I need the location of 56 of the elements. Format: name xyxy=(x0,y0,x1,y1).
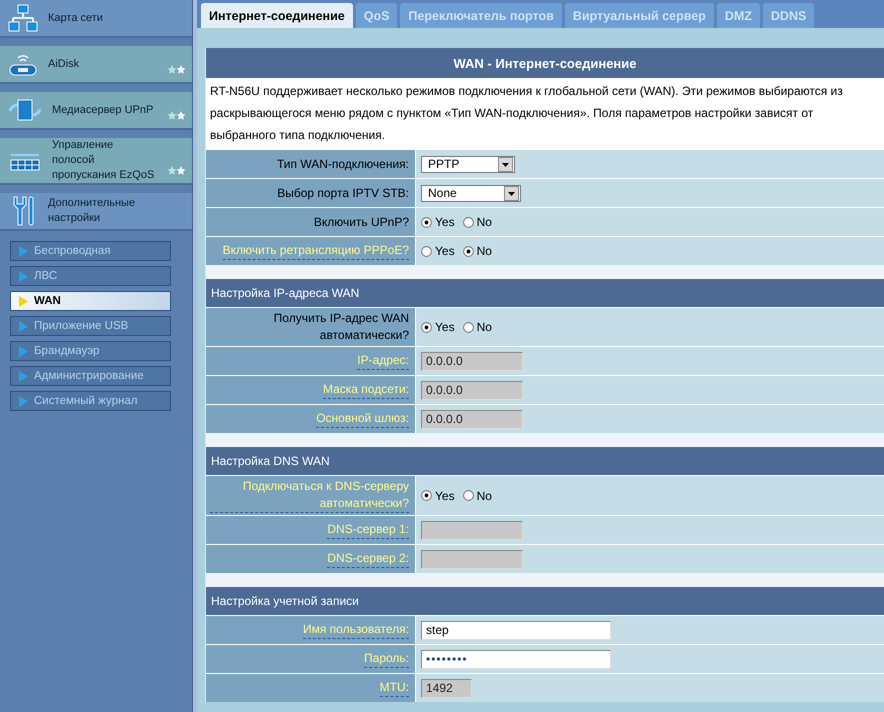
field-label: Получить IP-адрес WAN автоматически? xyxy=(272,310,409,344)
radio-option[interactable]: Yes xyxy=(421,320,455,334)
radio-option[interactable]: No xyxy=(462,488,492,502)
triangle-icon xyxy=(19,296,28,306)
menu-item[interactable]: Беспроводная xyxy=(10,241,171,261)
triangle-icon xyxy=(19,346,28,356)
description-text: RT-N56U поддерживает несколько режимов подключения к глобальной сети (WAN). Эти режимов выбираются из раскрывающегося меню рядом с пунктом «Тип WAN-подключения». Поля параметров настройки зависят от выбранного типа подключения. xyxy=(206,78,884,149)
sidebar-item[interactable]: Дополнительные настройки xyxy=(0,193,192,231)
triangle-icon xyxy=(19,396,28,406)
radio-button[interactable] xyxy=(462,246,474,256)
triangle-icon xyxy=(19,320,28,332)
sidebar-item[interactable]: AiDisk xyxy=(0,46,192,84)
triangle-icon xyxy=(19,270,28,282)
radio-button[interactable] xyxy=(421,246,432,256)
sidebar-item-label: Управление полосой пропускания EzQoS xyxy=(52,138,156,183)
section-header: Настройка учетной записи xyxy=(206,587,884,615)
radio-button[interactable] xyxy=(462,216,474,228)
radio-button[interactable] xyxy=(421,322,432,332)
sidebar-item-label: Дополнительные настройки xyxy=(48,196,136,226)
sidebar-item[interactable]: Медиасервер UPnP xyxy=(0,92,192,130)
tab[interactable]: Интернет-соединение xyxy=(201,3,353,28)
radio-option[interactable]: No xyxy=(462,244,492,258)
triangle-icon xyxy=(19,246,28,256)
sidebar-item[interactable]: Карта сети xyxy=(0,0,192,38)
sidebar-item-label: Медиасервер UPnP xyxy=(52,102,154,118)
field-label: Тип WAN-подключения: xyxy=(276,156,409,172)
radio-button[interactable] xyxy=(421,216,432,228)
sidebar-item[interactable]: Управление полосой пропускания EzQoS xyxy=(0,138,192,185)
sidebar-item-label: AiDisk xyxy=(48,56,80,72)
section-header: Настройка DNS WAN xyxy=(206,447,884,475)
input-field[interactable]: step xyxy=(421,620,611,640)
radio-option[interactable]: Yes xyxy=(421,215,455,229)
radio-option[interactable]: Yes xyxy=(421,244,455,258)
dropdown[interactable]: PPTP xyxy=(421,156,515,172)
radio-button[interactable] xyxy=(462,322,474,332)
dropdown[interactable]: None xyxy=(421,184,521,202)
radio-option[interactable]: No xyxy=(462,215,492,229)
section-header: Настройка IP-адреса WAN xyxy=(206,279,884,307)
menu-item[interactable]: Администрирование xyxy=(10,366,171,386)
triangle-icon xyxy=(19,370,28,382)
radio-option[interactable]: No xyxy=(462,320,492,334)
menu-item[interactable]: Системный журнал xyxy=(10,391,171,411)
menu-item[interactable]: ЛВС xyxy=(10,266,171,286)
menu-item[interactable]: WAN xyxy=(10,291,171,311)
panel-title: WAN - Интернет-соединение xyxy=(206,48,884,78)
radio-button[interactable] xyxy=(421,490,432,501)
sidebar-item-label: Карта сети xyxy=(48,10,104,26)
field-label: Выбор порта IPTV STB: xyxy=(277,184,409,202)
field-label: Включить UPnP? xyxy=(314,214,409,230)
input-field[interactable]: •••••••• xyxy=(421,650,611,668)
menu-item[interactable]: Приложение USB xyxy=(10,316,171,336)
radio-button[interactable] xyxy=(462,490,474,501)
radio-option[interactable]: Yes xyxy=(421,488,455,502)
menu-item[interactable]: Брандмауэр xyxy=(10,341,171,361)
network-icon xyxy=(8,4,38,32)
media-icon xyxy=(8,97,42,123)
